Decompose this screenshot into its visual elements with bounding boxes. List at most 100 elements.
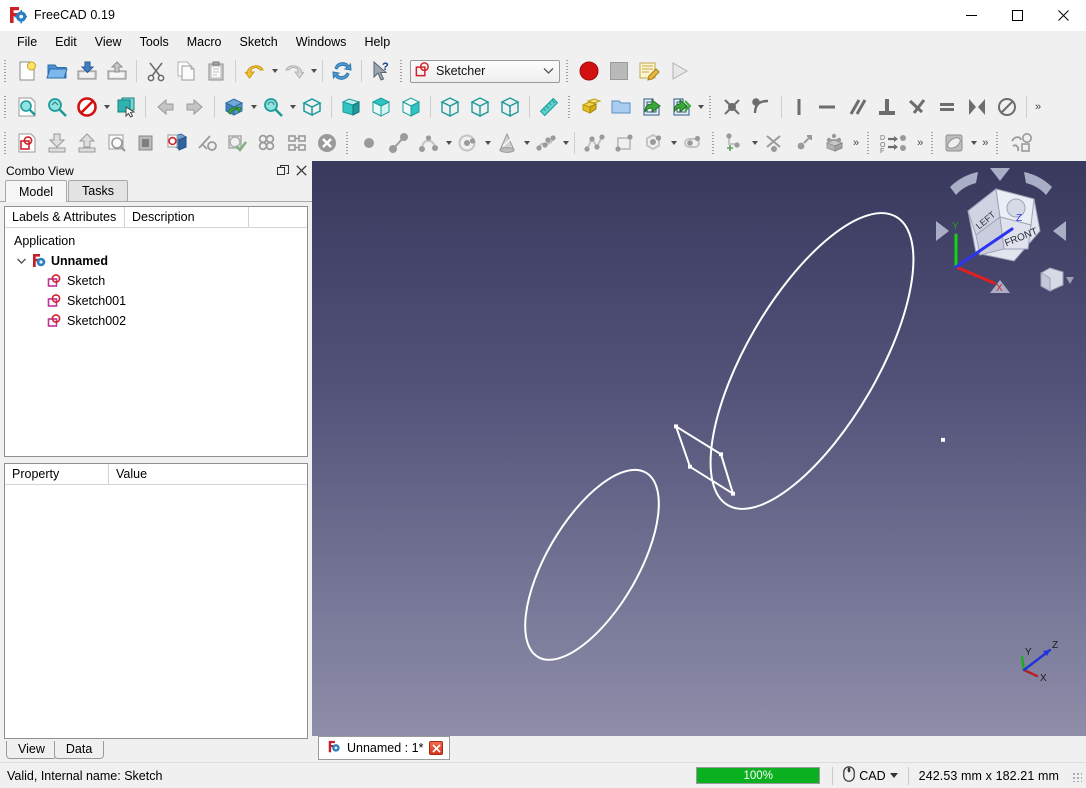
- edit-sketch-icon[interactable]: [42, 128, 72, 158]
- resize-grip[interactable]: [1069, 769, 1083, 783]
- top-view-icon[interactable]: [366, 92, 396, 122]
- close-button[interactable]: [1040, 0, 1086, 31]
- menu-tools[interactable]: Tools: [131, 32, 178, 52]
- create-line-icon[interactable]: [384, 128, 414, 158]
- copy-icon[interactable]: [171, 56, 201, 86]
- toolbar-grip[interactable]: [2, 94, 9, 120]
- axonometric-icon[interactable]: [297, 92, 327, 122]
- constrain-block-icon[interactable]: [992, 92, 1022, 122]
- workbench-selector[interactable]: Sketcher: [410, 59, 560, 83]
- visual-dropdown-arrow[interactable]: [969, 128, 978, 158]
- toggle-driving-constraint-icon[interactable]: D O F: [875, 128, 913, 158]
- sketcher-visual-icon[interactable]: [939, 128, 969, 158]
- document-tab-unnamed[interactable]: Unnamed : 1*: [318, 736, 451, 760]
- create-fillet-icon[interactable]: [720, 128, 750, 158]
- tree-item-sketch002[interactable]: Sketch002: [5, 311, 307, 331]
- tree-item-sketch[interactable]: Sketch: [5, 271, 307, 291]
- constrain-symmetric-icon[interactable]: [962, 92, 992, 122]
- close-icon[interactable]: [429, 741, 444, 755]
- validate-sketch-icon[interactable]: [222, 128, 252, 158]
- stop-operation-icon[interactable]: [312, 128, 342, 158]
- measure-icon[interactable]: [534, 92, 564, 122]
- left-view-icon[interactable]: [495, 92, 525, 122]
- refresh-icon[interactable]: [327, 56, 357, 86]
- draw-style-dropdown-arrow[interactable]: [102, 92, 111, 122]
- maximize-button[interactable]: [994, 0, 1040, 31]
- std-view-back-icon[interactable]: [150, 92, 180, 122]
- whats-this-icon[interactable]: ?: [366, 56, 396, 86]
- macro-record-icon[interactable]: [574, 56, 604, 86]
- zoom-dropdown-arrow[interactable]: [288, 92, 297, 122]
- view-sketch-icon[interactable]: [102, 128, 132, 158]
- conic-dropdown-arrow[interactable]: [522, 128, 531, 158]
- external-geometry-icon[interactable]: [789, 128, 819, 158]
- polygon-dropdown-arrow[interactable]: [669, 128, 678, 158]
- minimize-button[interactable]: [948, 0, 994, 31]
- bspline-dropdown-arrow[interactable]: [561, 128, 570, 158]
- trim-edge-icon[interactable]: [759, 128, 789, 158]
- mirror-sketch-icon[interactable]: [282, 128, 312, 158]
- property-column-value[interactable]: Value: [109, 464, 307, 485]
- menu-help[interactable]: Help: [355, 32, 399, 52]
- create-circle-icon[interactable]: [453, 128, 483, 158]
- menu-edit[interactable]: Edit: [46, 32, 86, 52]
- create-conic-icon[interactable]: [492, 128, 522, 158]
- redo-icon[interactable]: [279, 56, 309, 86]
- 3d-viewport[interactable]: LEFT FRONT Y X Z Y X Z: [312, 161, 1086, 736]
- create-bspline-icon[interactable]: [531, 128, 561, 158]
- rear-view-icon[interactable]: [435, 92, 465, 122]
- constrain-parallel-icon[interactable]: [842, 92, 872, 122]
- toolbar-overflow-button[interactable]: »: [978, 137, 992, 149]
- link-dropdown-arrow[interactable]: [696, 92, 705, 122]
- tree-item-sketch001[interactable]: Sketch001: [5, 291, 307, 311]
- chevron-down-icon[interactable]: [539, 67, 557, 75]
- menu-sketch[interactable]: Sketch: [231, 32, 287, 52]
- front-view-icon[interactable]: [336, 92, 366, 122]
- sketcher-tools-icon[interactable]: [1004, 128, 1042, 158]
- toolbar-grip[interactable]: [710, 130, 717, 156]
- constrain-point-on-object-icon[interactable]: [747, 92, 777, 122]
- arc-dropdown-arrow[interactable]: [444, 128, 453, 158]
- map-sketch-icon[interactable]: [162, 128, 192, 158]
- create-sketch-icon[interactable]: [12, 128, 42, 158]
- isometric-dropdown-arrow[interactable]: [249, 92, 258, 122]
- toolbar-grip[interactable]: [564, 58, 571, 84]
- link-object-icon[interactable]: [636, 92, 666, 122]
- create-group-icon[interactable]: [606, 92, 636, 122]
- std-view-forward-icon[interactable]: [180, 92, 210, 122]
- tab-model[interactable]: Model: [5, 180, 68, 202]
- isometric-view-icon[interactable]: [219, 92, 249, 122]
- create-polyline-icon[interactable]: [579, 128, 609, 158]
- toolbar-overflow-button[interactable]: »: [849, 137, 863, 149]
- carbon-copy-icon[interactable]: [819, 128, 849, 158]
- menu-view[interactable]: View: [86, 32, 131, 52]
- constrain-coincident-icon[interactable]: [717, 92, 747, 122]
- leave-sketch-icon[interactable]: [72, 128, 102, 158]
- view-section-icon[interactable]: [132, 128, 162, 158]
- tree-column-labels[interactable]: Labels & Attributes: [5, 207, 125, 228]
- toolbar-grip[interactable]: [929, 130, 936, 156]
- paste-icon[interactable]: [201, 56, 231, 86]
- fillet-dropdown-arrow[interactable]: [750, 128, 759, 158]
- macro-stop-icon[interactable]: [604, 56, 634, 86]
- toolbar-grip[interactable]: [707, 94, 714, 120]
- toolbar-grip[interactable]: [2, 58, 9, 84]
- toolbar-grip[interactable]: [2, 130, 9, 156]
- bottom-view-icon[interactable]: [465, 92, 495, 122]
- save-document-icon[interactable]: [72, 56, 102, 86]
- macro-execute-icon[interactable]: [664, 56, 694, 86]
- create-rectangle-icon[interactable]: [609, 128, 639, 158]
- constrain-vertical-icon[interactable]: [786, 92, 812, 122]
- undo-dropdown-arrow[interactable]: [270, 56, 279, 86]
- draw-style-icon[interactable]: [72, 92, 102, 122]
- tree-column-description[interactable]: Description: [125, 207, 249, 228]
- chevron-down-icon[interactable]: [889, 773, 898, 778]
- create-regular-polygon-icon[interactable]: [639, 128, 669, 158]
- tree-item-unnamed[interactable]: Unnamed: [5, 251, 307, 271]
- constrain-perpendicular-icon[interactable]: [872, 92, 902, 122]
- property-column-property[interactable]: Property: [5, 464, 109, 485]
- toolbar-grip[interactable]: [865, 130, 872, 156]
- link-actions-icon[interactable]: [666, 92, 696, 122]
- create-part-icon[interactable]: [576, 92, 606, 122]
- toolbar-grip[interactable]: [398, 58, 405, 84]
